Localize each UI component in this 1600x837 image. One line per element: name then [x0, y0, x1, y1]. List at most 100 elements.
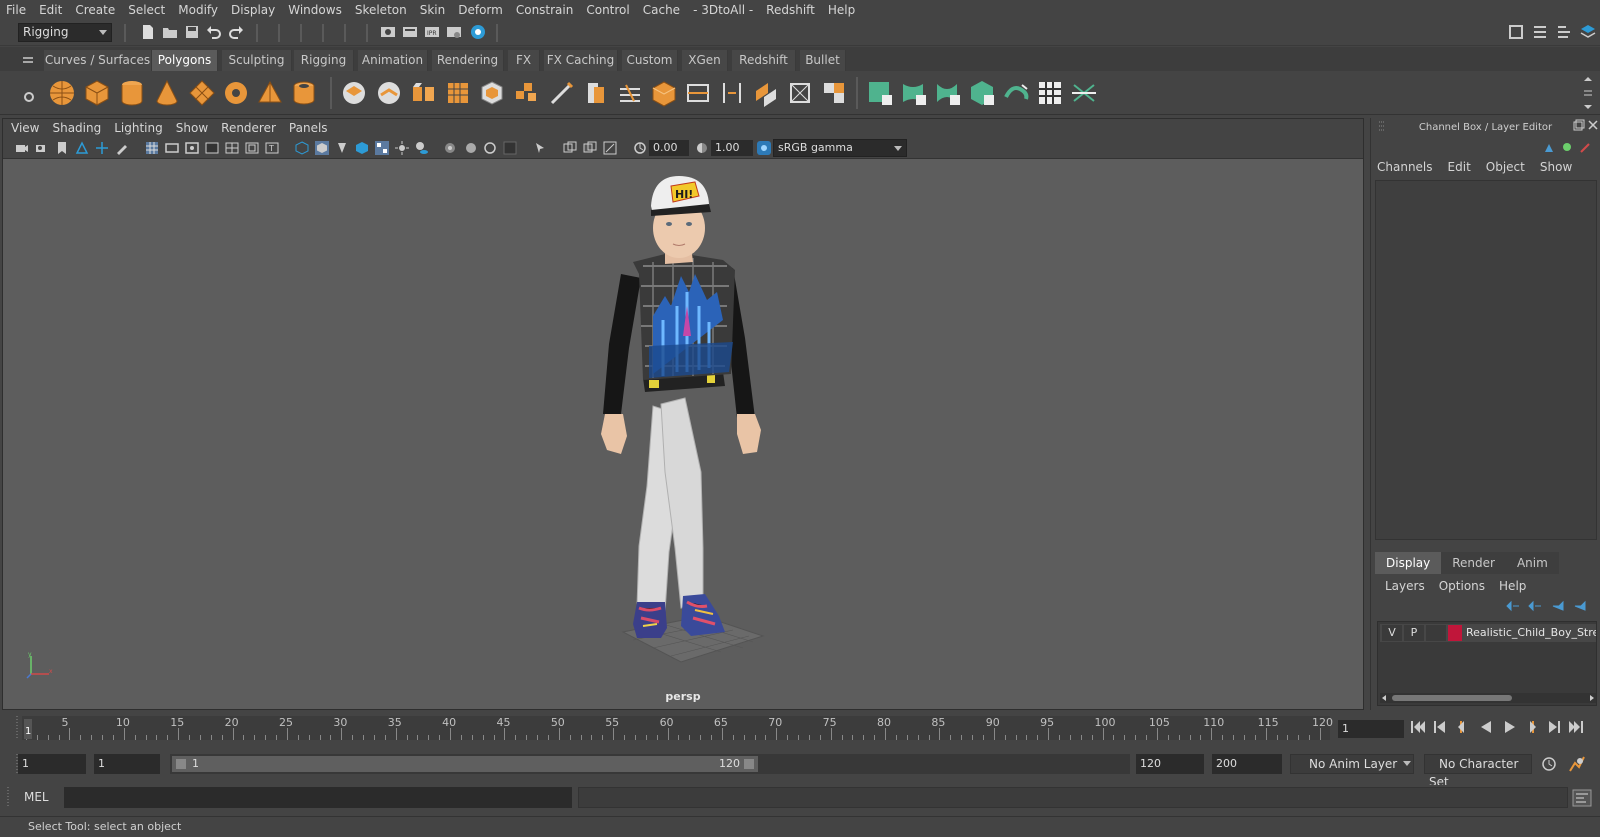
shelf-menu-handle[interactable]	[22, 64, 36, 115]
layer-tab-display[interactable]: Display	[1375, 552, 1442, 574]
wireframe-icon[interactable]	[295, 141, 309, 155]
animation-end-field[interactable]: 200	[1212, 754, 1282, 774]
spherical-mapping-icon[interactable]	[934, 79, 962, 107]
append-polygon-icon[interactable]	[512, 79, 540, 107]
channel-box-menu-show[interactable]: Show	[1540, 160, 1572, 174]
step-back-frame-icon[interactable]	[1432, 720, 1448, 734]
poly-pyramid-icon[interactable]	[256, 79, 284, 107]
poly-torus-icon[interactable]	[222, 79, 250, 107]
script-editor-icon[interactable]	[1572, 789, 1592, 807]
insert-edge-loop-icon[interactable]	[582, 79, 610, 107]
motion-blur-icon[interactable]	[463, 141, 477, 155]
depth-of-field-icon[interactable]	[503, 141, 517, 155]
menu-constrain[interactable]: Constrain	[516, 3, 574, 17]
render-frame-icon[interactable]	[402, 24, 418, 40]
cmd-drag-handle[interactable]	[6, 785, 10, 809]
tool-settings-icon[interactable]	[1556, 24, 1572, 40]
menu-redshift[interactable]: Redshift	[766, 3, 815, 17]
xray-joints-icon[interactable]	[603, 141, 617, 155]
new-scene-icon[interactable]	[140, 24, 156, 40]
channel-box-menu-channels[interactable]: Channels	[1377, 160, 1433, 174]
channel-box-menu-edit[interactable]: Edit	[1448, 160, 1471, 174]
shelf-tab-menu-icon[interactable]	[22, 56, 34, 66]
range-bar[interactable]: 1 120	[170, 754, 1130, 774]
flip-icon[interactable]	[718, 79, 746, 107]
layer-list-scrollbar[interactable]	[1380, 693, 1596, 703]
separate-icon[interactable]	[375, 79, 403, 107]
shelf-scroll-arrows[interactable]	[1582, 75, 1594, 111]
shelf-tab-redshift[interactable]: Redshift	[732, 50, 796, 71]
ipr-render-icon[interactable]: IPR	[424, 24, 440, 40]
undo-icon[interactable]	[206, 24, 222, 40]
anim-layer-dropdown[interactable]: No Anim Layer	[1290, 754, 1414, 774]
layer-tab-render[interactable]: Render	[1441, 552, 1506, 574]
go-to-end-icon[interactable]	[1568, 720, 1584, 734]
automatic-mapping-icon[interactable]	[968, 79, 996, 107]
redo-icon[interactable]	[228, 24, 244, 40]
close-icon[interactable]	[1587, 119, 1599, 131]
shadows-icon[interactable]	[415, 141, 429, 155]
smooth-shade-icon[interactable]	[315, 141, 329, 155]
panel-menu-renderer[interactable]: Renderer	[221, 121, 276, 135]
timeline-bar[interactable]: 5 10 15 20 25 30 35 40 45 50 55 60 65 70 75 80 85 90 95 100…	[22, 716, 1333, 740]
panel-menu-view[interactable]: View	[11, 121, 39, 135]
current-time-indicator[interactable]: 1	[24, 719, 32, 739]
view-transform-dropdown[interactable]: sRGB gamma	[773, 139, 907, 157]
poly-cone-icon[interactable]	[153, 79, 181, 107]
poly-plane-icon[interactable]	[188, 79, 216, 107]
panel-menu-show[interactable]: Show	[176, 121, 208, 135]
wireframe-on-shaded-icon[interactable]	[355, 141, 369, 155]
layer-menu-help[interactable]: Help	[1499, 579, 1526, 593]
menu-display[interactable]: Display	[231, 3, 275, 17]
combine-icon[interactable]	[340, 79, 368, 107]
poly-sphere-icon[interactable]	[48, 79, 76, 107]
shelf-tab-rendering[interactable]: Rendering	[432, 50, 504, 71]
menu-help[interactable]: Help	[828, 3, 855, 17]
layer-tab-anim[interactable]: Anim	[1505, 552, 1559, 574]
shelf-tab-bullet[interactable]: Bullet	[800, 50, 846, 71]
gate-mask-icon[interactable]	[205, 141, 219, 155]
extrude-icon[interactable]	[410, 79, 438, 107]
menu-edit[interactable]: Edit	[39, 3, 62, 17]
3d-viewport[interactable]: HI! y x persp	[3, 160, 1363, 709]
menu-windows[interactable]: Windows	[288, 3, 342, 17]
grid-icon[interactable]	[145, 141, 159, 155]
play-backwards-icon[interactable]	[1478, 720, 1494, 734]
menu-modify[interactable]: Modify	[178, 3, 218, 17]
animation-start-field[interactable]: 1	[18, 754, 86, 774]
shelf-tab-curves-surfaces[interactable]: Curves / Surfaces	[44, 50, 152, 71]
animation-preferences-icon[interactable]	[1566, 755, 1586, 773]
menu-deform[interactable]: Deform	[458, 3, 503, 17]
boolean-icon[interactable]	[752, 79, 780, 107]
poly-pipe-icon[interactable]	[290, 79, 318, 107]
range-bar-fill[interactable]: 1 120	[172, 756, 758, 772]
film-gate-icon[interactable]	[165, 141, 179, 155]
default-material-icon[interactable]	[335, 141, 349, 155]
channel-box-menu-object[interactable]: Object	[1486, 160, 1525, 174]
script-language-button[interactable]: MEL	[24, 785, 64, 809]
shelf-tab-xgen[interactable]: XGen	[682, 50, 728, 71]
xray-active-components-icon[interactable]	[583, 141, 597, 155]
cut-uv-edges-icon[interactable]	[1002, 79, 1030, 107]
bridge-icon[interactable]	[478, 79, 506, 107]
isolate-select-icon[interactable]	[533, 141, 547, 155]
playback-start-field[interactable]: 1	[94, 754, 160, 774]
2d-pan-zoom-icon[interactable]	[95, 141, 109, 155]
image-plane-icon[interactable]	[75, 141, 89, 155]
hypershade-icon[interactable]	[470, 24, 486, 40]
attribute-editor-icon[interactable]	[1532, 24, 1548, 40]
channel-box-toggle-icons[interactable]	[1541, 140, 1597, 154]
shelf-tab-fx-caching[interactable]: FX Caching	[544, 50, 618, 71]
screen-space-ao-icon[interactable]	[443, 141, 457, 155]
float-panel-icon[interactable]	[1573, 119, 1585, 131]
go-to-start-icon[interactable]	[1410, 720, 1426, 734]
playback-end-field[interactable]: 120	[1136, 754, 1204, 774]
uv-layout-icon[interactable]	[1070, 79, 1098, 107]
auto-key-icon[interactable]	[1540, 756, 1558, 772]
bookmark-icon[interactable]	[55, 141, 69, 155]
shelf-tab-rigging[interactable]: Rigging	[294, 50, 354, 71]
shelf-tab-sculpting[interactable]: Sculpting	[222, 50, 292, 71]
gamma-field[interactable]: 1.00	[711, 140, 753, 156]
open-scene-icon[interactable]	[162, 24, 178, 40]
field-chart-icon[interactable]	[225, 141, 239, 155]
